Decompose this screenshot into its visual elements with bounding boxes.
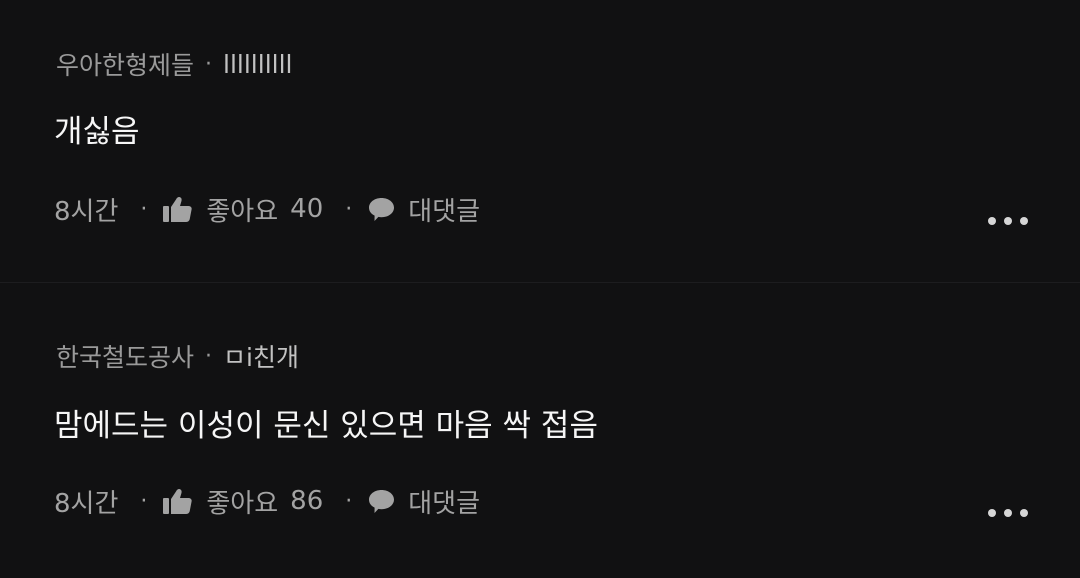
comment-body: 개싫음 <box>54 114 140 150</box>
like-count: 86 <box>290 486 324 516</box>
comment-item: 한국철도공사 · ㅁi친개 맘에드는 이성이 문신 있으면 마음 싹 접음 8시… <box>0 283 1080 578</box>
like-label: 좋아요 <box>206 488 279 519</box>
like-label: 좋아요 <box>206 196 279 227</box>
more-dots-icon[interactable] <box>986 503 1030 523</box>
speech-bubble-icon <box>369 197 395 221</box>
like-button[interactable]: 좋아요 40 <box>163 191 323 228</box>
like-count: 40 <box>290 194 324 224</box>
comment-header: 우아한형제들 · llllllllll <box>56 44 292 84</box>
header-separator: · <box>205 343 213 369</box>
action-separator: · <box>140 196 148 222</box>
header-separator: · <box>205 51 213 77</box>
comment-actions: 8시간 · 좋아요 40 · 대댓글 <box>54 189 480 229</box>
reply-label: 대댓글 <box>408 196 481 227</box>
reply-button[interactable]: 대댓글 <box>368 191 480 228</box>
like-button[interactable]: 좋아요 86 <box>163 483 323 520</box>
comment-author[interactable]: 한국철도공사 <box>56 338 194 374</box>
comment-actions: 8시간 · 좋아요 86 · 대댓글 <box>54 481 480 521</box>
comment-body: 맘에드는 이성이 문신 있으면 마음 싹 접음 <box>54 408 598 444</box>
comment-time: 8시간 <box>54 488 119 519</box>
comment-nickname: ㅁi친개 <box>223 343 299 372</box>
comment-author[interactable]: 우아한형제들 <box>56 46 194 82</box>
comment-header: 한국철도공사 · ㅁi친개 <box>56 336 299 376</box>
action-separator: · <box>140 488 148 514</box>
reply-label: 대댓글 <box>408 488 481 519</box>
comment-nickname: llllllllll <box>223 49 293 79</box>
thumbs-up-icon <box>163 197 193 222</box>
reply-button[interactable]: 대댓글 <box>368 483 480 520</box>
more-dots-icon[interactable] <box>986 211 1030 231</box>
comment-time: 8시간 <box>54 196 119 227</box>
speech-bubble-icon <box>369 489 395 513</box>
action-separator: · <box>345 488 353 514</box>
comment-item: 우아한형제들 · llllllllll 개싫음 8시간 · 좋아요 40 · 대… <box>0 0 1080 282</box>
thumbs-up-icon <box>163 489 193 514</box>
action-separator: · <box>345 196 353 222</box>
